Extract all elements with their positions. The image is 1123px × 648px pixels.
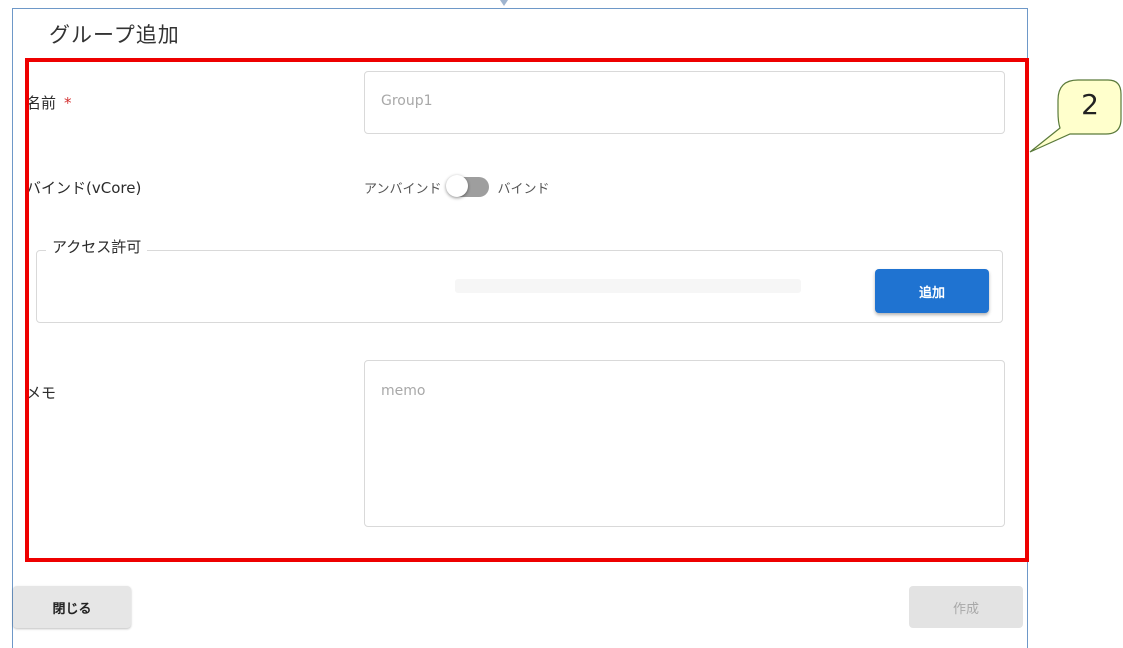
group-name-placeholder: Group1 [381,93,433,109]
bind-toggle-row: アンバインド バインド [364,172,550,202]
memo-label: メモ [26,384,57,402]
dropdown-caret-icon [500,0,508,6]
bind-label: バインド(vCore) [26,179,142,197]
toggle-knob [446,175,469,197]
unbind-label: アンバインド [364,181,442,197]
bind-on-label: バインド [497,181,550,197]
memo-placeholder: memo [381,383,426,399]
access-list-placeholder [455,279,801,293]
callout-number: 2 [1081,88,1099,121]
bind-toggle-switch[interactable] [446,175,490,197]
close-button[interactable]: 閉じる [13,586,131,628]
group-name-input[interactable]: Group1 [364,71,1005,134]
required-mark: * [64,94,72,112]
name-label: 名前 * [26,92,72,113]
create-button[interactable]: 作成 [909,586,1023,628]
memo-textarea[interactable]: memo [364,360,1005,527]
name-label-text: 名前 [26,94,57,112]
add-access-button[interactable]: 追加 [875,269,989,313]
dialog-title: グループ追加 [49,23,180,47]
access-permission-legend: アクセス許可 [46,236,148,257]
